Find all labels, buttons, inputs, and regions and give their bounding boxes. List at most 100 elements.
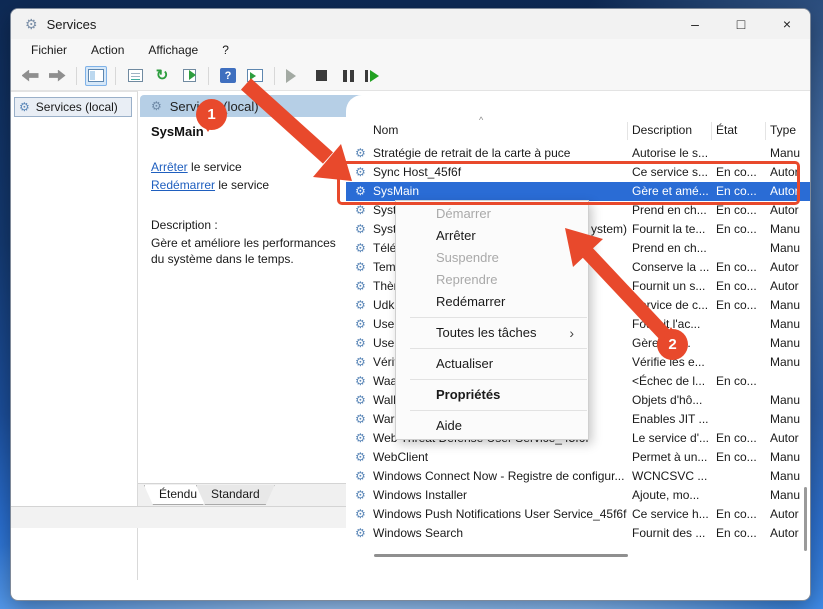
forward-button[interactable] bbox=[46, 66, 68, 86]
cell-etat: En co... bbox=[716, 450, 766, 464]
cell-nom: Windows Connect Now - Registre de config… bbox=[373, 469, 627, 483]
column-header-etat[interactable]: État bbox=[711, 122, 765, 140]
stop-service-button[interactable] bbox=[310, 66, 332, 86]
export-list-button[interactable] bbox=[178, 66, 200, 86]
column-header-nom[interactable]: Nom bbox=[369, 122, 627, 140]
cell-desc: Fournit des ... bbox=[632, 526, 712, 540]
close-button[interactable]: × bbox=[764, 9, 810, 39]
back-button[interactable] bbox=[19, 66, 41, 86]
pause-service-button[interactable] bbox=[337, 66, 359, 86]
sidebar-item-services-local[interactable]: ⚙ Services (local) bbox=[14, 97, 132, 117]
cell-type: Autor bbox=[770, 431, 811, 445]
list-header: ^ Nom Description État Type bbox=[346, 119, 811, 141]
cell-desc: Enables JIT ... bbox=[632, 412, 712, 426]
selected-service-name: SysMain bbox=[151, 124, 204, 139]
properties-button[interactable] bbox=[124, 66, 146, 86]
service-gear-icon: ⚙ bbox=[355, 469, 366, 483]
cell-nom: Windows Push Notifications User Service_… bbox=[373, 507, 627, 521]
cell-desc: Vérifie les e... bbox=[632, 355, 712, 369]
stop-service-link[interactable]: Arrêter bbox=[151, 160, 188, 174]
cell-desc: Ajoute, mo... bbox=[632, 488, 712, 502]
help-button[interactable]: ? bbox=[217, 66, 239, 86]
context-menu-item[interactable]: Actualiser bbox=[396, 353, 588, 375]
cell-desc: Gère et amé... bbox=[632, 184, 712, 198]
toolbar-separator bbox=[274, 67, 275, 85]
maximize-button[interactable]: □ bbox=[718, 9, 764, 39]
cell-desc: Le service d'... bbox=[632, 431, 712, 445]
cell-type: Manu bbox=[770, 241, 811, 255]
cell-etat: En co... bbox=[716, 526, 766, 540]
table-row[interactable]: ⚙Sync Host_45f6fCe service s...En co...A… bbox=[346, 163, 811, 182]
export-list-icon bbox=[183, 69, 196, 82]
menu-aide[interactable]: ? bbox=[210, 40, 241, 60]
cell-nom: Windows Search bbox=[373, 526, 627, 540]
stop-icon bbox=[316, 70, 327, 81]
cell-desc: Fournit un s... bbox=[632, 279, 712, 293]
cell-desc: Prend en ch... bbox=[632, 241, 712, 255]
cell-type: Manu bbox=[770, 469, 811, 483]
service-gear-icon: ⚙ bbox=[355, 450, 366, 464]
table-row[interactable]: ⚙Windows SearchFournit des ...En co...Au… bbox=[346, 524, 811, 543]
restart-service-link[interactable]: Redémarrer bbox=[151, 178, 215, 192]
cell-etat: En co... bbox=[716, 374, 766, 388]
sidebar-item-label: Services (local) bbox=[36, 100, 118, 114]
context-menu: DémarrerArrêterSuspendreReprendreRedémar… bbox=[395, 200, 589, 440]
service-gear-icon: ⚙ bbox=[355, 488, 366, 502]
cell-desc: Conserve la ... bbox=[632, 260, 712, 274]
context-menu-item: Reprendre bbox=[396, 269, 588, 291]
context-menu-item[interactable]: Toutes les tâches› bbox=[396, 322, 588, 344]
pause-icon bbox=[343, 70, 354, 82]
menu-separator bbox=[410, 410, 587, 411]
context-menu-item[interactable]: Arrêter bbox=[396, 225, 588, 247]
cell-desc: Service de c... bbox=[632, 298, 712, 312]
cell-desc: WCNCSVC ... bbox=[632, 469, 712, 483]
service-gear-icon: ⚙ bbox=[355, 336, 366, 350]
service-gear-icon: ⚙ bbox=[355, 222, 366, 236]
tab-standard[interactable]: Standard bbox=[196, 485, 275, 505]
restart-service-button[interactable] bbox=[364, 66, 386, 86]
column-header-description[interactable]: Description bbox=[627, 122, 711, 140]
cell-desc: Ce service s... bbox=[632, 165, 712, 179]
service-gear-icon: ⚙ bbox=[355, 374, 366, 388]
start-service-button[interactable] bbox=[283, 66, 305, 86]
toolbar: ↻ ? bbox=[11, 61, 810, 91]
menu-affichage[interactable]: Affichage bbox=[136, 40, 210, 60]
table-row[interactable]: ⚙Stratégie de retrait de la carte à puce… bbox=[346, 144, 811, 163]
cell-type: Manu bbox=[770, 317, 811, 331]
window-title: Services bbox=[47, 17, 97, 32]
forward-arrow-icon bbox=[49, 70, 66, 82]
menu-action[interactable]: Action bbox=[79, 40, 136, 60]
cell-etat: En co... bbox=[716, 298, 766, 312]
cell-type: Manu bbox=[770, 298, 811, 312]
vertical-scrollbar[interactable] bbox=[804, 487, 807, 551]
cell-type: Autor bbox=[770, 165, 811, 179]
table-row[interactable]: ⚙Windows InstallerAjoute, mo...Manu bbox=[346, 486, 811, 505]
cell-etat: En co... bbox=[716, 165, 766, 179]
toolbar-separator bbox=[115, 67, 116, 85]
show-console-tree-button[interactable] bbox=[85, 66, 107, 86]
menu-fichier[interactable]: Fichier bbox=[19, 40, 79, 60]
show-action-pane-button[interactable] bbox=[244, 66, 266, 86]
menu-separator bbox=[410, 379, 587, 380]
table-row[interactable]: ⚙Windows Push Notifications User Service… bbox=[346, 505, 811, 524]
services-window: ⚙ Services – □ × Fichier Action Affichag… bbox=[10, 8, 811, 601]
refresh-button[interactable]: ↻ bbox=[151, 66, 173, 86]
services-gear-icon: ⚙ bbox=[25, 16, 38, 33]
table-row[interactable]: ⚙SysMainGère et amé...En co...Autor bbox=[346, 182, 811, 201]
services-gear-icon: ⚙ bbox=[151, 99, 162, 113]
table-row[interactable]: ⚙ Windows Connect Now - Registre de confi… bbox=[346, 467, 811, 486]
service-gear-icon: ⚙ bbox=[355, 184, 366, 198]
column-header-type[interactable]: Type bbox=[765, 122, 811, 140]
context-menu-item[interactable]: Redémarrer bbox=[396, 291, 588, 313]
context-menu-item[interactable]: Aide bbox=[396, 415, 588, 437]
table-row[interactable]: ⚙WebClientPermet à un...En co...Manu bbox=[346, 448, 811, 467]
service-gear-icon: ⚙ bbox=[355, 298, 366, 312]
service-gear-icon: ⚙ bbox=[355, 412, 366, 426]
action-pane-icon bbox=[247, 69, 263, 82]
cell-type: Autor bbox=[770, 184, 811, 198]
horizontal-scrollbar[interactable] bbox=[374, 554, 628, 557]
minimize-button[interactable]: – bbox=[672, 9, 718, 39]
cell-type: Manu bbox=[770, 355, 811, 369]
cell-type: Manu bbox=[770, 393, 811, 407]
context-menu-item[interactable]: Propriétés bbox=[396, 384, 588, 406]
